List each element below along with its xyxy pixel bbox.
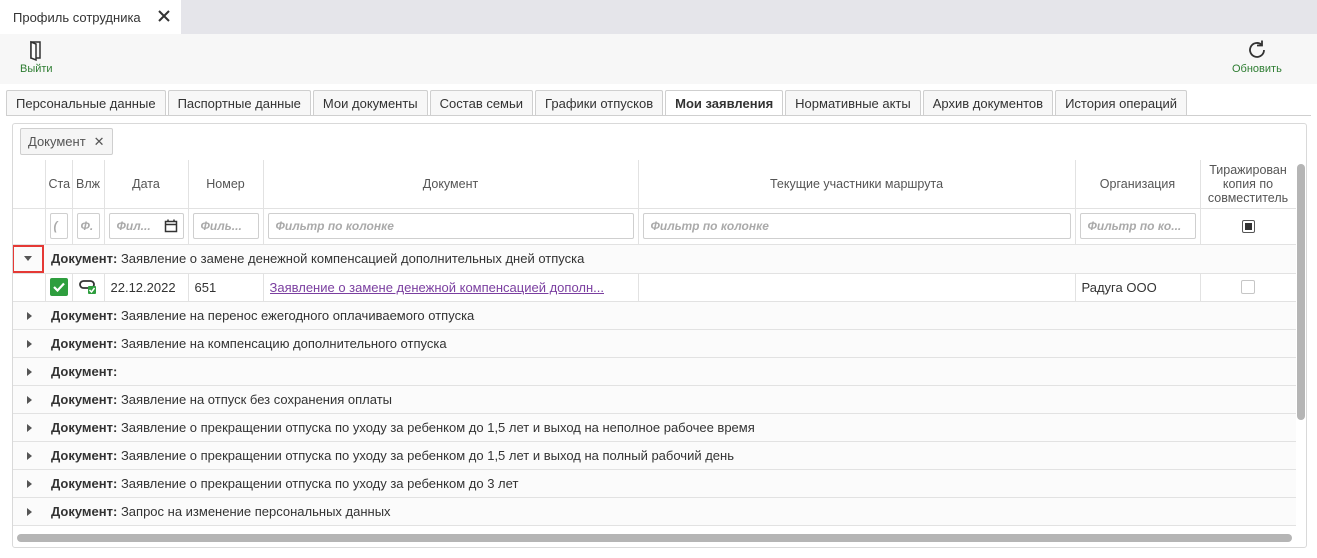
group-row[interactable]: Документ: Заявление о прекращении отпуск…: [13, 469, 1296, 498]
row-copy-checkbox[interactable]: [1241, 280, 1255, 294]
col-document-header[interactable]: Документ: [263, 160, 639, 209]
col-number-header[interactable]: Номер: [188, 160, 264, 209]
close-icon[interactable]: [157, 9, 171, 23]
filter-document-input[interactable]: Фильтр по колонке: [267, 213, 634, 239]
window-tab-title: Профиль сотрудника: [13, 9, 141, 25]
group-row[interactable]: Документ: Заявление на компенсацию допол…: [13, 329, 1296, 358]
tab-document-archive[interactable]: Архив документов: [922, 90, 1054, 116]
window-tab-employee-profile[interactable]: Профиль сотрудника: [0, 0, 181, 34]
caret-right-icon[interactable]: [26, 423, 32, 432]
row-spacer-cell: [13, 273, 46, 302]
group-prefix: Документ:: [51, 503, 118, 519]
group-row[interactable]: Документ: Заявление о прекращении отпуск…: [13, 441, 1296, 470]
row-number: 651: [188, 273, 264, 302]
caret-right-icon[interactable]: [26, 367, 32, 376]
group-title: Заявление на отпуск без сохранения оплат…: [120, 391, 392, 407]
caret-right-icon[interactable]: [26, 339, 32, 348]
tab-family[interactable]: Состав семьи: [429, 90, 534, 116]
filter-attach-input[interactable]: Ф.: [76, 213, 100, 239]
group-title: Заявление о прекращении отпуска по уходу…: [120, 475, 519, 491]
caret-right-icon[interactable]: [26, 451, 32, 460]
col-copy-header[interactable]: Тиражирован копия по совместитель: [1200, 160, 1296, 209]
group-row[interactable]: Документ: Заявление о прекращении отпуск…: [13, 413, 1296, 442]
col-toggle-header: [13, 160, 46, 209]
group-collapse-toggle[interactable]: [13, 244, 44, 272]
group-prefix: Документ:: [51, 307, 118, 323]
window-tab-bar: Профиль сотрудника: [0, 0, 1317, 34]
status-approved-icon: [49, 278, 68, 296]
group-row[interactable]: Документ: Запрос на изменение персональн…: [13, 497, 1296, 526]
tab-my-documents[interactable]: Мои документы: [312, 90, 428, 116]
group-title: Заявление о прекращении отпуска по уходу…: [120, 447, 734, 463]
tab-passport-data[interactable]: Паспортные данные: [167, 90, 311, 116]
filter-participants-input[interactable]: Фильтр по колонке: [642, 213, 1071, 239]
group-title: Заявление о замене денежной компенсацией…: [120, 251, 585, 266]
group-prefix: Документ:: [51, 363, 118, 379]
tabs-divider: [6, 115, 1311, 116]
group-prefix: Документ:: [51, 391, 118, 407]
col-org-header[interactable]: Организация: [1075, 160, 1201, 209]
filter-copy-checkbox[interactable]: [1241, 219, 1255, 233]
attachment-icon[interactable]: [78, 278, 97, 294]
horizontal-scrollbar[interactable]: [17, 534, 1292, 542]
group-prefix: Документ:: [51, 251, 118, 266]
row-participants: [638, 273, 1076, 302]
section-tabs: Персональные данные Паспортные данные Мо…: [6, 90, 1189, 116]
tab-operation-history[interactable]: История операций: [1055, 90, 1188, 116]
caret-down-icon: [24, 256, 32, 261]
col-participants-header[interactable]: Текущие участники маршрута: [638, 160, 1076, 209]
tab-my-applications[interactable]: Мои заявления: [665, 90, 784, 116]
refresh-label: Обновить: [1232, 63, 1282, 75]
group-row[interactable]: Документ:: [13, 357, 1296, 386]
group-row[interactable]: Документ: Заявление на перенос ежегодног…: [13, 301, 1296, 330]
applications-panel: Документ ✕ Ста Влж Дата Номер Документ Т…: [12, 123, 1307, 548]
exit-label: Выйти: [20, 63, 53, 75]
filter-status-input[interactable]: (: [49, 213, 68, 239]
group-prefix: Документ:: [51, 475, 118, 491]
group-prefix: Документ:: [51, 419, 118, 435]
caret-right-icon[interactable]: [26, 479, 32, 488]
toolbar: Выйти Обновить: [0, 34, 1317, 84]
tab-vacation-schedules[interactable]: Графики отпусков: [535, 90, 664, 116]
group-prefix: Документ:: [51, 447, 118, 463]
group-prefix: Документ:: [51, 335, 118, 351]
caret-right-icon[interactable]: [26, 507, 32, 516]
group-row[interactable]: Документ: Заявление о замене денежной ко…: [13, 244, 1296, 274]
calendar-icon[interactable]: [164, 219, 178, 233]
remove-group-icon[interactable]: ✕: [94, 134, 105, 150]
row-date: 22.12.2022: [104, 273, 189, 302]
col-date-header[interactable]: Дата: [104, 160, 189, 209]
exit-button[interactable]: Выйти: [20, 39, 53, 75]
group-title: Заявление на компенсацию дополнительного…: [120, 335, 447, 351]
vertical-scroll-thumb[interactable]: [1297, 164, 1305, 420]
group-title: Заявление о прекращении отпуска по уходу…: [120, 419, 755, 435]
filter-org-input[interactable]: Фильтр по ко...: [1079, 213, 1196, 239]
col-attach-header[interactable]: Влж: [72, 160, 105, 209]
col-status-header[interactable]: Ста: [45, 160, 73, 209]
applications-grid: Ста Влж Дата Номер Документ Текущие учас…: [13, 160, 1296, 532]
group-by-chip[interactable]: Документ ✕: [20, 128, 113, 155]
vertical-scrollbar[interactable]: [1296, 160, 1306, 532]
filter-toggle-cell: [13, 208, 46, 245]
refresh-icon: [1249, 40, 1265, 58]
row-document-link[interactable]: Заявление о замене денежной компенсацией…: [270, 280, 632, 295]
caret-right-icon[interactable]: [26, 311, 32, 320]
table-row[interactable]: 22.12.2022 651 Заявление о замене денежн…: [13, 273, 1296, 302]
group-title: Запрос на изменение персональных данных: [120, 503, 391, 519]
group-row[interactable]: Документ: Заявление на отпуск без сохран…: [13, 385, 1296, 414]
group-chip-label: Документ: [28, 134, 86, 149]
filter-number-input[interactable]: Филь...: [192, 213, 259, 239]
filter-date-text: Фил...: [116, 219, 151, 233]
tab-personal-data[interactable]: Персональные данные: [6, 90, 166, 116]
exit-door-icon: [30, 40, 42, 61]
group-title: Заявление на перенос ежегодного оплачива…: [120, 307, 475, 323]
caret-right-icon[interactable]: [26, 395, 32, 404]
tab-regulations[interactable]: Нормативные акты: [785, 90, 921, 116]
row-org: Радуга ООО: [1075, 273, 1201, 302]
refresh-button[interactable]: Обновить: [1232, 39, 1282, 75]
filter-date-input[interactable]: Фил...: [108, 213, 184, 239]
